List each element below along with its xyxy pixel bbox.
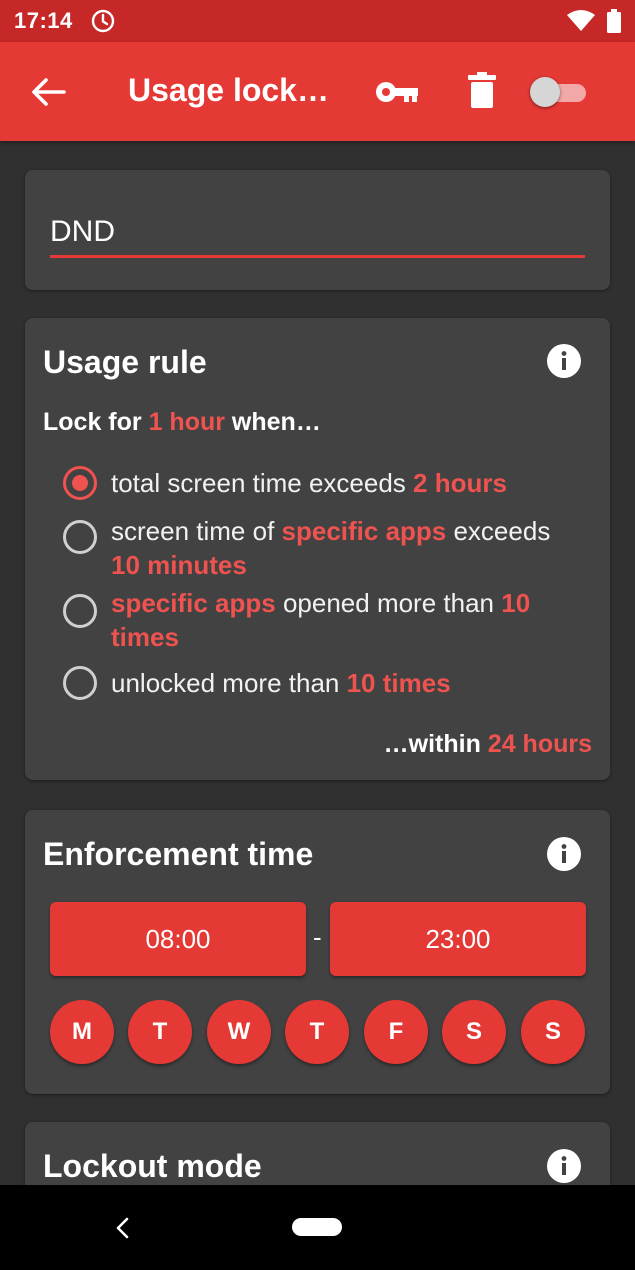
day-button-sunday[interactable]: S — [521, 1000, 585, 1064]
toggle-thumb — [530, 77, 560, 107]
within-value-link[interactable]: 24 hours — [488, 730, 592, 758]
trash-icon[interactable] — [468, 72, 496, 108]
day-button-monday[interactable]: M — [50, 1000, 114, 1064]
usage-rule-title: Usage rule — [43, 344, 207, 380]
option-value[interactable]: 10 times — [347, 668, 451, 698]
end-time-button[interactable]: 23:00 — [330, 902, 586, 976]
option-text: total screen time exceeds 2 hours — [111, 468, 507, 498]
day-button-saturday[interactable]: S — [442, 1000, 506, 1064]
lock-prefix: Lock for — [43, 408, 149, 436]
rule-option-apps-opened[interactable]: specific apps opened more than 10 times — [63, 586, 598, 654]
back-arrow-icon[interactable] — [30, 76, 66, 108]
radio-button[interactable] — [63, 520, 97, 554]
lock-duration-link[interactable]: 1 hour — [149, 408, 225, 436]
option-value[interactable]: 10 minutes — [111, 550, 247, 580]
enforcement-time-card: Enforcement time 08:00 - 23:00 M T W T F… — [25, 810, 610, 1094]
status-time: 17:14 — [14, 8, 73, 33]
lockout-mode-title: Lockout mode — [43, 1148, 262, 1184]
info-icon[interactable] — [547, 344, 581, 378]
status-bar: 17:14 — [0, 0, 635, 42]
key-icon[interactable] — [374, 76, 420, 108]
enforcement-time-title: Enforcement time — [43, 836, 314, 872]
lock-suffix: when… — [224, 408, 321, 436]
option-text: unlocked more than 10 times — [111, 668, 451, 698]
within-prefix: …within — [383, 730, 488, 758]
radio-button[interactable] — [63, 594, 97, 628]
radio-button[interactable] — [63, 666, 97, 700]
home-pill-button[interactable] — [292, 1218, 342, 1236]
lock-duration-line: Lock for 1 hour when… — [43, 408, 321, 437]
time-separator: - — [313, 922, 322, 952]
day-button-tuesday[interactable]: T — [128, 1000, 192, 1064]
rule-option-unlocked[interactable]: unlocked more than 10 times — [63, 666, 598, 700]
day-button-thursday[interactable]: T — [285, 1000, 349, 1064]
option-text: screen time of specific apps exceeds 10 … — [111, 516, 551, 580]
rule-option-total-screen-time[interactable]: total screen time exceeds 2 hours — [63, 466, 598, 500]
rule-option-app-screen-time[interactable]: screen time of specific apps exceeds 10 … — [63, 514, 598, 582]
name-card — [25, 170, 610, 290]
option-text: specific apps opened more than 10 times — [111, 588, 531, 652]
day-button-wednesday[interactable]: W — [207, 1000, 271, 1064]
start-time-button[interactable]: 08:00 — [50, 902, 306, 976]
app-bar: Usage lock… — [0, 42, 635, 141]
alarm-clock-icon — [91, 9, 114, 33]
usage-rule-card: Usage rule Lock for 1 hour when… total s… — [25, 318, 610, 780]
option-value[interactable]: specific apps — [282, 516, 447, 546]
battery-icon — [607, 9, 621, 33]
info-icon[interactable] — [547, 837, 581, 871]
info-icon[interactable] — [547, 1149, 581, 1183]
wifi-icon — [567, 10, 595, 31]
navigation-bar — [0, 1185, 635, 1270]
day-button-friday[interactable]: F — [364, 1000, 428, 1064]
radio-button-selected[interactable] — [63, 466, 97, 500]
option-value[interactable]: 2 hours — [413, 468, 507, 498]
page-title: Usage lock… — [128, 72, 329, 108]
lock-name-input[interactable] — [50, 208, 585, 258]
within-line: …within 24 hours — [384, 730, 592, 759]
option-value[interactable]: specific apps — [111, 588, 276, 618]
nav-back-icon[interactable] — [112, 1215, 132, 1241]
enable-toggle[interactable] — [530, 77, 588, 107]
